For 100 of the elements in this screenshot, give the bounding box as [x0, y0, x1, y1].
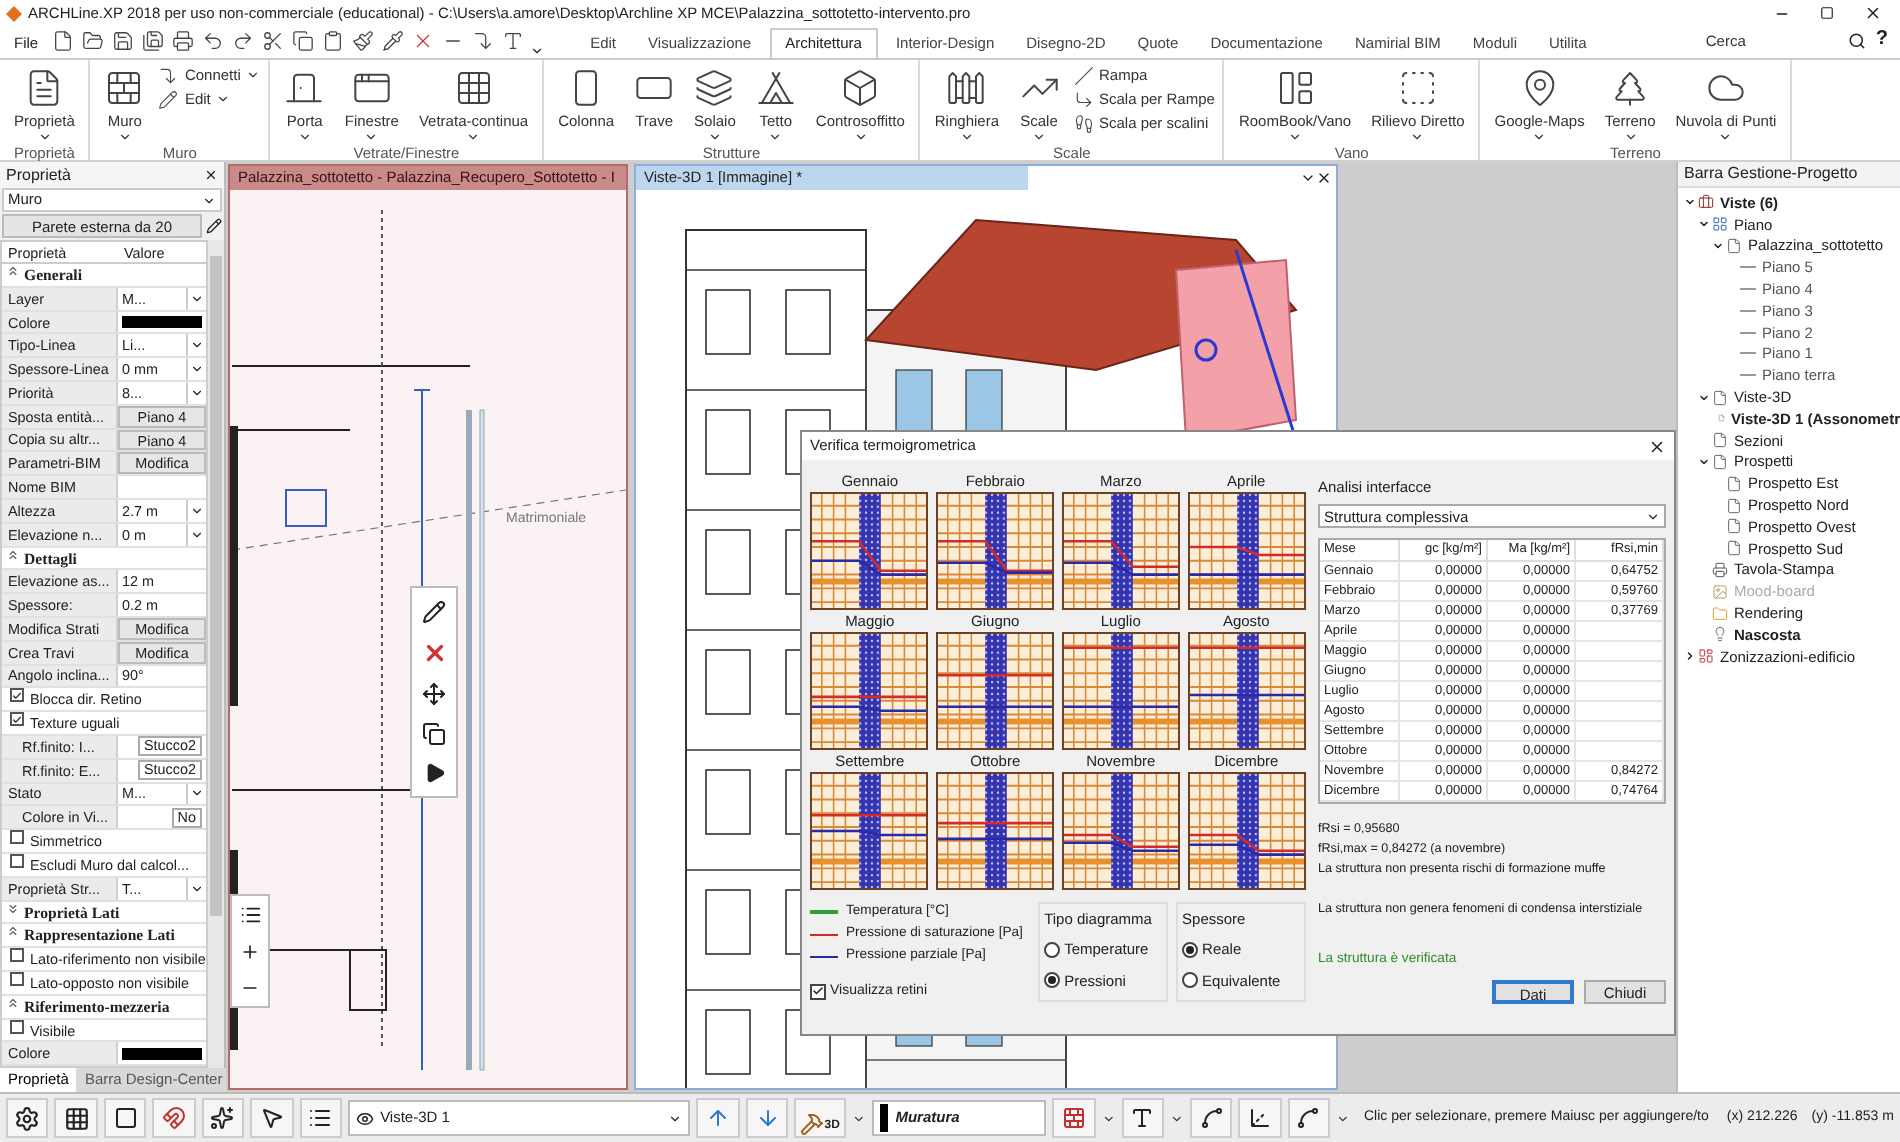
- grid-icon: [1712, 216, 1728, 233]
- caret-icon: [959, 130, 974, 144]
- scrollbar[interactable]: [208, 240, 224, 1068]
- logo-icon: [6, 5, 22, 21]
- caret-icon: [707, 130, 722, 144]
- cursor-icon: [259, 1106, 284, 1130]
- magnet-button[interactable]: [152, 1098, 196, 1138]
- checkbox[interactable]: [10, 830, 24, 845]
- printer-icon: [1712, 561, 1728, 578]
- window-icon: [351, 68, 392, 108]
- collapse-icon[interactable]: [6, 264, 20, 278]
- radio-button[interactable]: [1044, 941, 1061, 958]
- close-icon[interactable]: [204, 168, 218, 182]
- wall-diagram-drawing: [936, 492, 1055, 610]
- copy-icon[interactable]: [422, 722, 446, 746]
- caret-icon: [1718, 130, 1733, 144]
- radio-button[interactable]: [1182, 941, 1199, 958]
- sparkle-button[interactable]: [201, 1098, 245, 1138]
- box-icon: [840, 68, 881, 108]
- corner-arrow-icon: [158, 65, 179, 85]
- spline-button[interactable]: [1189, 1098, 1233, 1138]
- brush-icon[interactable]: [352, 30, 375, 52]
- wall-diagram-drawing: [1187, 632, 1306, 750]
- play-icon[interactable]: [423, 762, 445, 784]
- settings-icon: [14, 1105, 41, 1131]
- close-icon[interactable]: [1316, 170, 1332, 186]
- level-down-button[interactable]: [745, 1098, 789, 1138]
- save-icon[interactable]: [112, 30, 135, 52]
- close-icon[interactable]: [1648, 437, 1666, 455]
- nodes-button[interactable]: [1287, 1098, 1331, 1138]
- corner-arrow-icon: [1073, 89, 1093, 109]
- checkbox[interactable]: [10, 688, 24, 703]
- pencil-icon[interactable]: [206, 218, 222, 234]
- printer-icon[interactable]: [172, 30, 195, 52]
- close-icon[interactable]: [1864, 4, 1882, 22]
- color-swatch[interactable]: [122, 315, 202, 328]
- undo-icon[interactable]: [202, 30, 225, 52]
- arrow-up-icon: [706, 1106, 731, 1130]
- collapse-icon[interactable]: [6, 924, 20, 939]
- brick-button[interactable]: [1052, 1098, 1096, 1138]
- curve-icon: [1296, 1106, 1321, 1130]
- tree-connector: [1740, 266, 1756, 269]
- corner-icon[interactable]: [472, 30, 495, 52]
- color-swatch[interactable]: [122, 1047, 202, 1060]
- copy-icon[interactable]: [292, 30, 315, 52]
- panel-title: Barra Gestione-Progetto: [1684, 162, 1858, 186]
- room-plan-icon: [1275, 68, 1316, 108]
- zoom-in-icon[interactable]: [240, 942, 260, 962]
- caret-icon: [1101, 1111, 1116, 1125]
- brick-wall-icon: [104, 68, 145, 108]
- redo-icon[interactable]: [232, 30, 255, 52]
- document-icon: [1726, 518, 1742, 535]
- radio-button[interactable]: [1182, 972, 1199, 989]
- tree-connector: [1740, 309, 1756, 312]
- caret-icon: [1410, 130, 1425, 144]
- layout-icon: [1698, 648, 1714, 665]
- settings-button[interactable]: [6, 1098, 49, 1138]
- pencil-icon[interactable]: [422, 600, 446, 624]
- delete-icon[interactable]: [421, 640, 447, 666]
- frame-button[interactable]: [103, 1098, 147, 1138]
- level-up-button[interactable]: [696, 1098, 740, 1138]
- checkbox[interactable]: [10, 948, 24, 963]
- pencil-icon: [158, 89, 179, 109]
- folder-icon[interactable]: [82, 30, 105, 52]
- document-icon: [1726, 540, 1742, 557]
- grid-button[interactable]: [54, 1098, 98, 1138]
- checkbox[interactable]: [810, 983, 826, 1000]
- delete-icon[interactable]: [412, 30, 435, 52]
- table-cell: [1576, 682, 1664, 703]
- select-button[interactable]: [250, 1098, 294, 1138]
- expand-icon[interactable]: [6, 901, 20, 916]
- new-file-icon[interactable]: [52, 30, 75, 52]
- radio-button[interactable]: [1044, 972, 1061, 989]
- search-icon[interactable]: [1847, 32, 1866, 50]
- footprints-icon: [1073, 113, 1093, 133]
- caret-icon: [853, 130, 868, 144]
- tree-connector: [1740, 352, 1756, 355]
- document-icon: [1726, 237, 1742, 254]
- text-icon[interactable]: [502, 30, 525, 52]
- collapse-icon[interactable]: [6, 995, 20, 1010]
- help-button[interactable]: ?: [1875, 24, 1888, 54]
- caret-icon: [851, 1111, 866, 1125]
- maximize-icon[interactable]: [1820, 6, 1834, 20]
- pipette-icon[interactable]: [382, 30, 405, 52]
- scissors-icon[interactable]: [262, 30, 285, 52]
- move-icon[interactable]: [422, 682, 446, 706]
- document-icon: [1718, 410, 1726, 427]
- tree-connector: [1740, 331, 1756, 334]
- table-cell: [1576, 662, 1664, 683]
- list-button[interactable]: [299, 1098, 343, 1138]
- checkbox[interactable]: [10, 712, 24, 727]
- axes-button[interactable]: [1238, 1098, 1282, 1138]
- axes-icon: [1248, 1106, 1273, 1130]
- text-style-button[interactable]: [1121, 1098, 1165, 1138]
- save-all-icon[interactable]: [142, 30, 165, 52]
- document-icon: [1712, 453, 1728, 470]
- wall-diagram-drawing: [810, 492, 929, 610]
- clipboard-icon[interactable]: [322, 30, 345, 52]
- folder-icon: [1712, 605, 1728, 622]
- collapse-icon[interactable]: [6, 547, 20, 562]
